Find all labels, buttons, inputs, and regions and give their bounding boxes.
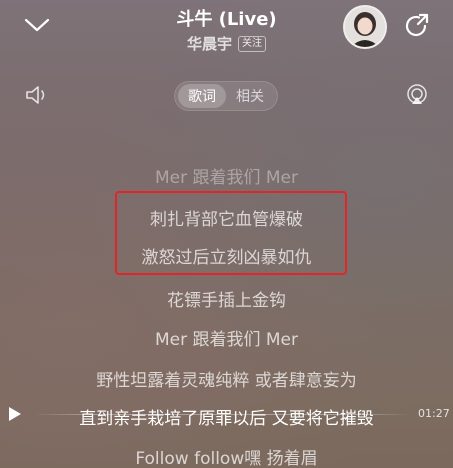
lyric-line-current[interactable]: 直到亲手栽培了原罪以后 又要将它摧毁 xyxy=(0,404,453,429)
volume-icon[interactable] xyxy=(24,84,50,106)
lyric-line[interactable]: Mer 跟着我们 Mer xyxy=(0,163,453,188)
avatar[interactable] xyxy=(343,5,387,49)
lyric-progress-line xyxy=(33,414,411,415)
lyric-line[interactable]: 花镖手插上金钩 xyxy=(0,286,453,311)
lyrics-toolbar: 歌词 相关 xyxy=(0,78,453,114)
player-header: 斗牛 (Live) 华晨宇 关注 xyxy=(0,0,453,70)
artist-name[interactable]: 华晨宇 xyxy=(187,33,232,54)
airplay-icon[interactable] xyxy=(405,83,429,107)
tab-lyrics[interactable]: 歌词 xyxy=(178,84,226,108)
timestamp: 01:27 xyxy=(418,407,450,420)
tab-related[interactable]: 相关 xyxy=(226,84,274,108)
play-icon[interactable] xyxy=(6,404,24,424)
artist-row: 华晨宇 关注 xyxy=(0,33,453,54)
avatar-image xyxy=(345,7,385,47)
lyric-line[interactable]: Mer 跟着我们 Mer xyxy=(0,325,453,350)
lyric-line[interactable]: 野性坦露着灵魂纯粹 或者肆意妄为 xyxy=(0,366,453,391)
follow-button[interactable]: 关注 xyxy=(238,35,266,52)
share-icon[interactable] xyxy=(403,12,431,40)
lyric-line[interactable]: Follow follow嘿 扬着眉 xyxy=(0,444,453,468)
highlight-annotation-box xyxy=(115,191,347,275)
tab-switcher: 歌词 相关 xyxy=(174,81,278,111)
